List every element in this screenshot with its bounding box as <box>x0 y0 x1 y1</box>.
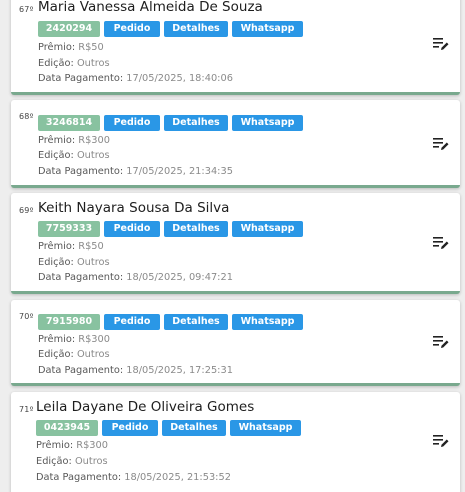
ticket-code-badge: 0423945 <box>36 420 98 436</box>
pagamento-label: Data Pagamento: <box>38 73 124 84</box>
pagamento-line: Data Pagamento: 17/05/2025, 18:40:06 <box>38 71 233 87</box>
edit-list-icon[interactable] <box>433 335 449 349</box>
premio-line: Prêmio: R$300 <box>38 133 110 149</box>
winner-name: Leila Dayane De Oliveira Gomes <box>36 399 255 415</box>
pagamento-line: Data Pagamento: 17/05/2025, 21:34:35 <box>38 164 233 180</box>
rank-label: 70º <box>19 312 34 321</box>
edicao-label: Edição: <box>38 150 74 161</box>
edicao-value: Outros <box>76 349 110 360</box>
edicao-label: Edição: <box>38 257 74 268</box>
winner-card: 71º Leila Dayane De Oliveira Gomes 04239… <box>11 392 460 492</box>
edicao-line: Edição: Outros <box>38 347 110 363</box>
edicao-label: Edição: <box>38 58 74 69</box>
pagamento-line: Data Pagamento: 18/05/2025, 09:47:21 <box>38 270 233 286</box>
premio-value: R$50 <box>78 42 104 53</box>
whatsapp-button[interactable]: Whatsapp <box>230 420 301 436</box>
pagamento-value: 18/05/2025, 17:25:31 <box>126 365 233 376</box>
pagamento-label: Data Pagamento: <box>38 365 124 376</box>
ticket-code-badge: 3246814 <box>38 115 100 131</box>
action-row: 7759333 Pedido Detalhes Whatsapp <box>38 221 303 237</box>
premio-line: Prêmio: R$300 <box>36 438 108 454</box>
pagamento-label: Data Pagamento: <box>38 166 124 177</box>
whatsapp-button[interactable]: Whatsapp <box>232 21 303 37</box>
premio-line: Prêmio: R$50 <box>38 40 104 56</box>
edit-list-icon[interactable] <box>433 137 449 151</box>
edicao-value: Outros <box>76 150 110 161</box>
action-row: 2420294 Pedido Detalhes Whatsapp <box>38 21 303 37</box>
winner-name: Keith Nayara Sousa Da Silva <box>38 200 230 216</box>
ticket-code-badge: 7915980 <box>38 314 100 330</box>
premio-value: R$50 <box>78 241 104 252</box>
edicao-value: Outros <box>76 257 110 268</box>
pedido-button[interactable]: Pedido <box>104 221 160 237</box>
edicao-value: Outros <box>76 58 110 69</box>
premio-line: Prêmio: R$300 <box>38 332 110 348</box>
rank-label: 67º <box>19 5 34 14</box>
action-row: 3246814 Pedido Detalhes Whatsapp <box>38 115 303 131</box>
ticket-code-badge: 7759333 <box>38 221 100 237</box>
rank-label: 71º <box>19 405 34 414</box>
premio-label: Prêmio: <box>38 241 76 252</box>
whatsapp-button[interactable]: Whatsapp <box>232 115 303 131</box>
pagamento-value: 17/05/2025, 21:34:35 <box>126 166 233 177</box>
whatsapp-button[interactable]: Whatsapp <box>232 314 303 330</box>
winner-card: 69º Keith Nayara Sousa Da Silva 7759333 … <box>11 193 460 294</box>
winner-card: 70º 7915980 Pedido Detalhes Whatsapp Prê… <box>11 300 460 386</box>
edicao-line: Edição: Outros <box>38 148 110 164</box>
ticket-code-badge: 2420294 <box>38 21 100 37</box>
rank-label: 69º <box>19 206 34 215</box>
pagamento-line: Data Pagamento: 18/05/2025, 21:53:52 <box>36 470 231 486</box>
detalhes-button[interactable]: Detalhes <box>164 115 228 131</box>
detalhes-button[interactable]: Detalhes <box>164 221 228 237</box>
detalhes-button[interactable]: Detalhes <box>162 420 226 436</box>
winner-card: 67º Maria Vanessa Almeida De Souza 24202… <box>11 0 460 95</box>
premio-label: Prêmio: <box>38 42 76 53</box>
edicao-value: Outros <box>74 456 108 467</box>
edicao-label: Edição: <box>36 456 72 467</box>
pedido-button[interactable]: Pedido <box>102 420 158 436</box>
action-row: 7915980 Pedido Detalhes Whatsapp <box>38 314 303 330</box>
edit-list-icon[interactable] <box>433 434 449 448</box>
pagamento-value: 17/05/2025, 18:40:06 <box>126 73 233 84</box>
pagamento-label: Data Pagamento: <box>38 272 124 283</box>
edicao-label: Edição: <box>38 349 74 360</box>
pedido-button[interactable]: Pedido <box>104 314 160 330</box>
premio-label: Prêmio: <box>38 135 76 146</box>
pagamento-value: 18/05/2025, 21:53:52 <box>124 472 231 483</box>
action-row: 0423945 Pedido Detalhes Whatsapp <box>36 420 301 436</box>
whatsapp-button[interactable]: Whatsapp <box>232 221 303 237</box>
pagamento-line: Data Pagamento: 18/05/2025, 17:25:31 <box>38 363 233 379</box>
detalhes-button[interactable]: Detalhes <box>164 314 228 330</box>
edit-list-icon[interactable] <box>433 236 449 250</box>
edicao-line: Edição: Outros <box>36 454 108 470</box>
winner-name: Maria Vanessa Almeida De Souza <box>38 0 263 15</box>
premio-label: Prêmio: <box>36 440 74 451</box>
pagamento-value: 18/05/2025, 09:47:21 <box>126 272 233 283</box>
premio-value: R$300 <box>76 440 109 451</box>
pagamento-label: Data Pagamento: <box>36 472 122 483</box>
edit-list-icon[interactable] <box>433 37 449 51</box>
detalhes-button[interactable]: Detalhes <box>164 21 228 37</box>
premio-line: Prêmio: R$50 <box>38 239 104 255</box>
premio-label: Prêmio: <box>38 334 76 345</box>
winner-card: 68º 3246814 Pedido Detalhes Whatsapp Prê… <box>11 100 460 188</box>
premio-value: R$300 <box>78 334 111 345</box>
rank-label: 68º <box>19 112 34 121</box>
premio-value: R$300 <box>78 135 111 146</box>
edicao-line: Edição: Outros <box>38 255 110 271</box>
edicao-line: Edição: Outros <box>38 56 110 72</box>
pedido-button[interactable]: Pedido <box>104 21 160 37</box>
pedido-button[interactable]: Pedido <box>104 115 160 131</box>
